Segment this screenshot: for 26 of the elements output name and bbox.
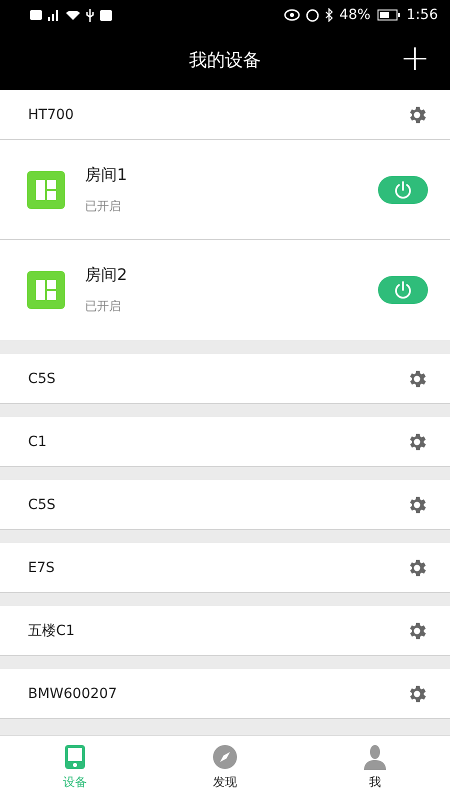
room-name: 房间2 bbox=[85, 265, 128, 286]
alarm-icon bbox=[306, 8, 320, 22]
wifi-icon bbox=[66, 10, 80, 20]
power-toggle[interactable] bbox=[378, 276, 428, 304]
power-icon bbox=[393, 280, 413, 300]
clock: 1:56 bbox=[406, 7, 438, 23]
battery-icon bbox=[376, 9, 401, 21]
tab[interactable]: 发现 bbox=[150, 736, 300, 800]
battery-percent: 48% bbox=[339, 7, 371, 23]
phone-icon bbox=[64, 744, 86, 770]
room-status: 已开启 bbox=[85, 198, 122, 214]
page-title: 我的设备 bbox=[189, 49, 261, 72]
person-icon bbox=[362, 744, 388, 770]
eye-icon bbox=[284, 9, 300, 21]
room-status: 已开启 bbox=[85, 298, 122, 315]
signal-icon bbox=[48, 10, 60, 20]
room-name: 房间1 bbox=[85, 164, 128, 186]
bluetooth-icon bbox=[325, 8, 334, 22]
room-icon bbox=[27, 271, 65, 309]
power-icon bbox=[393, 180, 413, 200]
compass-icon bbox=[212, 744, 238, 770]
tab[interactable]: 我 bbox=[300, 736, 450, 800]
add-button[interactable]: + bbox=[400, 40, 430, 78]
room-icon bbox=[27, 170, 65, 208]
power-toggle[interactable] bbox=[378, 176, 428, 204]
usb-icon bbox=[86, 8, 94, 22]
